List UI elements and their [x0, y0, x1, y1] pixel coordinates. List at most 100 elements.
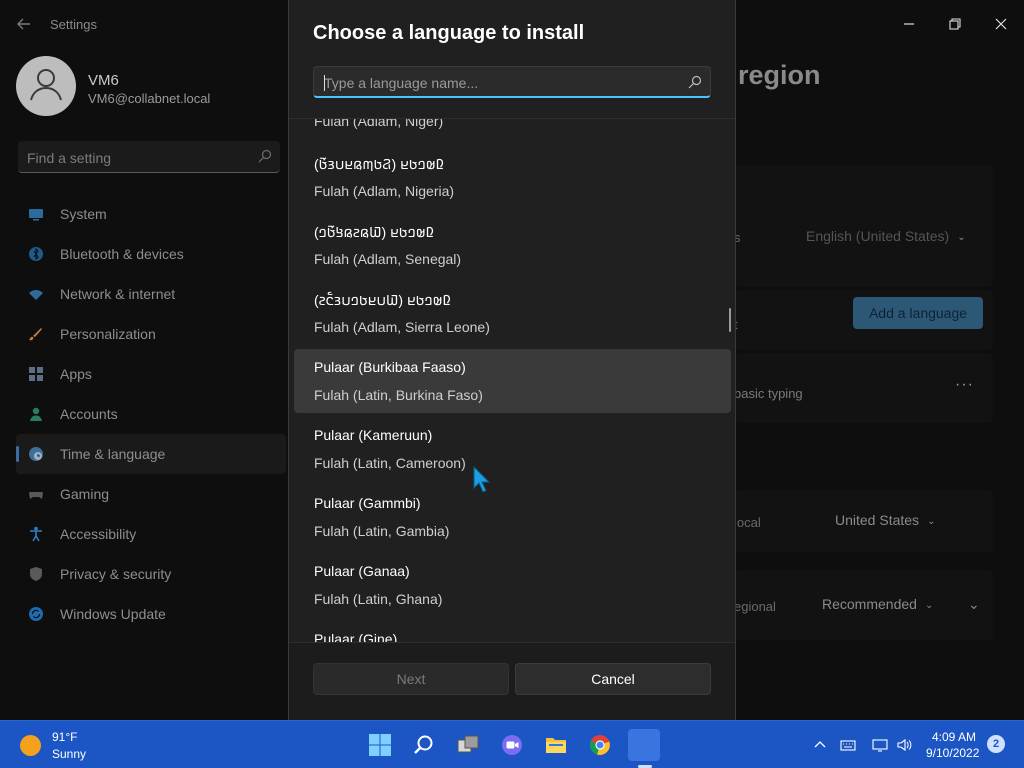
sidebar-item-apps[interactable]: Apps — [16, 354, 286, 394]
sidebar-item-label: Bluetooth & devices — [60, 246, 184, 262]
accessibility-icon — [28, 526, 44, 542]
search-icon — [414, 735, 433, 754]
minimize-button[interactable] — [886, 8, 932, 40]
language-list-item[interactable]: (𞤐𞤢𞤶𞤫𞤪𞤭𞤴𞤢𞥄) 𞤆𞤵𞤤𞤢𞤪 Fulah (Adlam, Nigeria) — [294, 145, 731, 209]
add-language-button[interactable]: Add a language — [853, 297, 983, 329]
sidebar-item-time-language[interactable]: Time & language — [16, 434, 286, 474]
sidebar-item-label: System — [60, 206, 107, 222]
task-view-icon — [457, 735, 479, 753]
sidebar-item-label: Gaming — [60, 486, 110, 502]
country-label-partial: local — [734, 515, 761, 530]
start-button[interactable] — [364, 729, 396, 761]
sidebar-item-label: Accessibility — [60, 526, 137, 542]
list-scrollbar[interactable] — [729, 308, 731, 332]
chrome-button[interactable] — [584, 729, 616, 761]
language-list-item[interactable]: (𞤅𞤭𞤪𞤢𞤤𞤭𞤴𞤮𞥅𞤲) 𞤆𞤵𞤤𞤢𞤪 Fulah (Adlam, Sierra L… — [294, 281, 731, 345]
back-arrow-icon[interactable] — [14, 14, 34, 34]
sidebar-item-label: Privacy & security — [60, 566, 172, 582]
sidebar-item-system[interactable]: System — [16, 194, 286, 234]
language-features: basic typing — [734, 386, 803, 401]
search-icon — [688, 75, 702, 89]
language-list-item[interactable]: Pulaar (Kameruun) Fulah (Latin, Cameroon) — [294, 417, 731, 481]
keyboard-tray-button[interactable] — [838, 735, 858, 755]
keyboard-icon — [840, 740, 856, 751]
language-english-name: Fulah (Adlam, Nigeria) — [314, 183, 455, 199]
search-icon — [258, 149, 272, 163]
sidebar-item-accounts[interactable]: Accounts — [16, 394, 286, 434]
notification-badge[interactable]: 2 — [987, 735, 1005, 753]
text-caret — [324, 75, 325, 91]
sidebar-item-label: Apps — [60, 366, 92, 382]
restore-button[interactable] — [932, 8, 978, 40]
cancel-button[interactable]: Cancel — [515, 663, 711, 695]
language-list-item[interactable]: Pulaar (Burkibaa Faaso) Fulah (Latin, Bur… — [294, 349, 731, 413]
language-english-name: Fulah (Latin, Gambia) — [314, 523, 450, 539]
language-list-item[interactable]: Pulaar (Ganaa) Fulah (Latin, Ghana) — [294, 553, 731, 617]
dialog-title: Choose a language to install — [313, 22, 585, 44]
display-language-dropdown[interactable]: English (United States) ⌄ — [806, 228, 966, 244]
volume-tray-button[interactable] — [894, 735, 914, 755]
weather-temperature: 91°F — [52, 730, 78, 744]
app-title: Settings — [50, 17, 97, 32]
list-item-partial: Fulah (Adlam, Niger) — [314, 119, 444, 129]
language-search-input[interactable] — [324, 73, 674, 93]
language-list-item[interactable]: Pulaar (Gammbi) Fulah (Latin, Gambia) — [294, 485, 731, 549]
more-options-icon[interactable]: ··· — [955, 376, 974, 394]
sidebar-item-network-internet[interactable]: Network & internet — [16, 274, 286, 314]
next-button[interactable]: Next — [313, 663, 509, 695]
close-button[interactable] — [978, 8, 1024, 40]
language-search-box[interactable] — [313, 66, 711, 98]
language-list-item[interactable]: Pulaar (Gine) — [294, 621, 731, 642]
chat-button[interactable] — [496, 729, 528, 761]
monitor-icon — [28, 206, 44, 222]
mouse-cursor-icon — [473, 466, 491, 493]
chevron-down-icon: ⌄ — [924, 599, 934, 611]
sidebar-item-bluetooth-devices[interactable]: Bluetooth & devices — [16, 234, 286, 274]
network-tray-button[interactable] — [870, 735, 890, 755]
sidebar-item-gaming[interactable]: Gaming — [16, 474, 286, 514]
sidebar-item-accessibility[interactable]: Accessibility — [16, 514, 286, 554]
apps-icon — [28, 366, 44, 382]
sidebar-item-personalization[interactable]: Personalization — [16, 314, 286, 354]
language-native-name: (𞤅𞤫𞤲𞤫𞤺𞤢𞥄𞤤) 𞤆𞤵𞤤𞤢𞤪 — [314, 224, 435, 240]
language-english-name: Fulah (Adlam, Senegal) — [314, 251, 462, 267]
page-title: region — [738, 60, 821, 90]
language-native-name: (𞤅𞤭𞤪𞤢𞤤𞤭𞤴𞤮𞥅𞤲) 𞤆𞤵𞤤𞤢𞤪 — [314, 292, 452, 308]
chat-icon — [502, 735, 522, 755]
person-avatar-icon — [30, 69, 62, 101]
regional-format-dropdown[interactable]: Recommended ⌄ — [822, 596, 933, 612]
language-native-name: Pulaar (Gine) — [314, 631, 398, 642]
update-icon — [28, 606, 44, 622]
find-setting-placeholder: Find a setting — [27, 150, 112, 166]
person-icon — [28, 406, 44, 422]
clock-time[interactable]: 4:09 AM — [932, 730, 976, 744]
language-english-name: Fulah (Adlam, Sierra Leone) — [314, 319, 490, 335]
search-taskbar-button[interactable] — [408, 729, 440, 761]
show-hidden-icons-button[interactable] — [810, 735, 830, 755]
avatar — [16, 56, 76, 116]
sun-icon — [20, 735, 41, 756]
speaker-icon — [897, 738, 912, 752]
expand-chevron-icon[interactable]: ⌄ — [968, 596, 980, 613]
find-setting-input[interactable]: Find a setting — [18, 141, 280, 173]
weather-condition: Sunny — [52, 747, 87, 761]
display-language-card — [736, 165, 993, 287]
regional-format-label-partial: egional — [734, 599, 776, 614]
language-native-name: Pulaar (Kameruun) — [314, 427, 433, 443]
task-view-button[interactable] — [452, 729, 484, 761]
profile-name: VM6 — [88, 72, 119, 89]
language-english-name: Fulah (Latin, Cameroon) — [314, 455, 466, 471]
clock-date[interactable]: 9/10/2022 — [926, 746, 979, 760]
file-explorer-button[interactable] — [540, 729, 572, 761]
settings-taskbar-button[interactable] — [628, 729, 660, 761]
country-dropdown[interactable]: United States ⌄ — [835, 512, 935, 528]
sidebar-nav: System Bluetooth & devices Network & inter… — [16, 194, 286, 634]
sidebar-item-label: Accounts — [60, 406, 118, 422]
taskbar: 91°F Sunny 4:09 AM 9/10/2022 2 — [0, 720, 1024, 768]
language-list-item[interactable]: (𞤅𞤫𞤲𞤫𞤺𞤢𞥄𞤤) 𞤆𞤵𞤤𞤢𞤪 Fulah (Adlam, Senegal) — [294, 213, 731, 277]
sidebar-item-privacy-security[interactable]: Privacy & security — [16, 554, 286, 594]
sidebar-item-label: Time & language — [60, 446, 166, 462]
sidebar-item-windows-update[interactable]: Windows Update — [16, 594, 286, 634]
language-native-name: Pulaar (Ganaa) — [314, 563, 410, 579]
language-list: Fulah (Adlam, Niger) (𞤐𞤢𞤶𞤫𞤪𞤭𞤴𞤢𞥄) 𞤆𞤵𞤤𞤢𞤪 Fu… — [289, 119, 735, 642]
